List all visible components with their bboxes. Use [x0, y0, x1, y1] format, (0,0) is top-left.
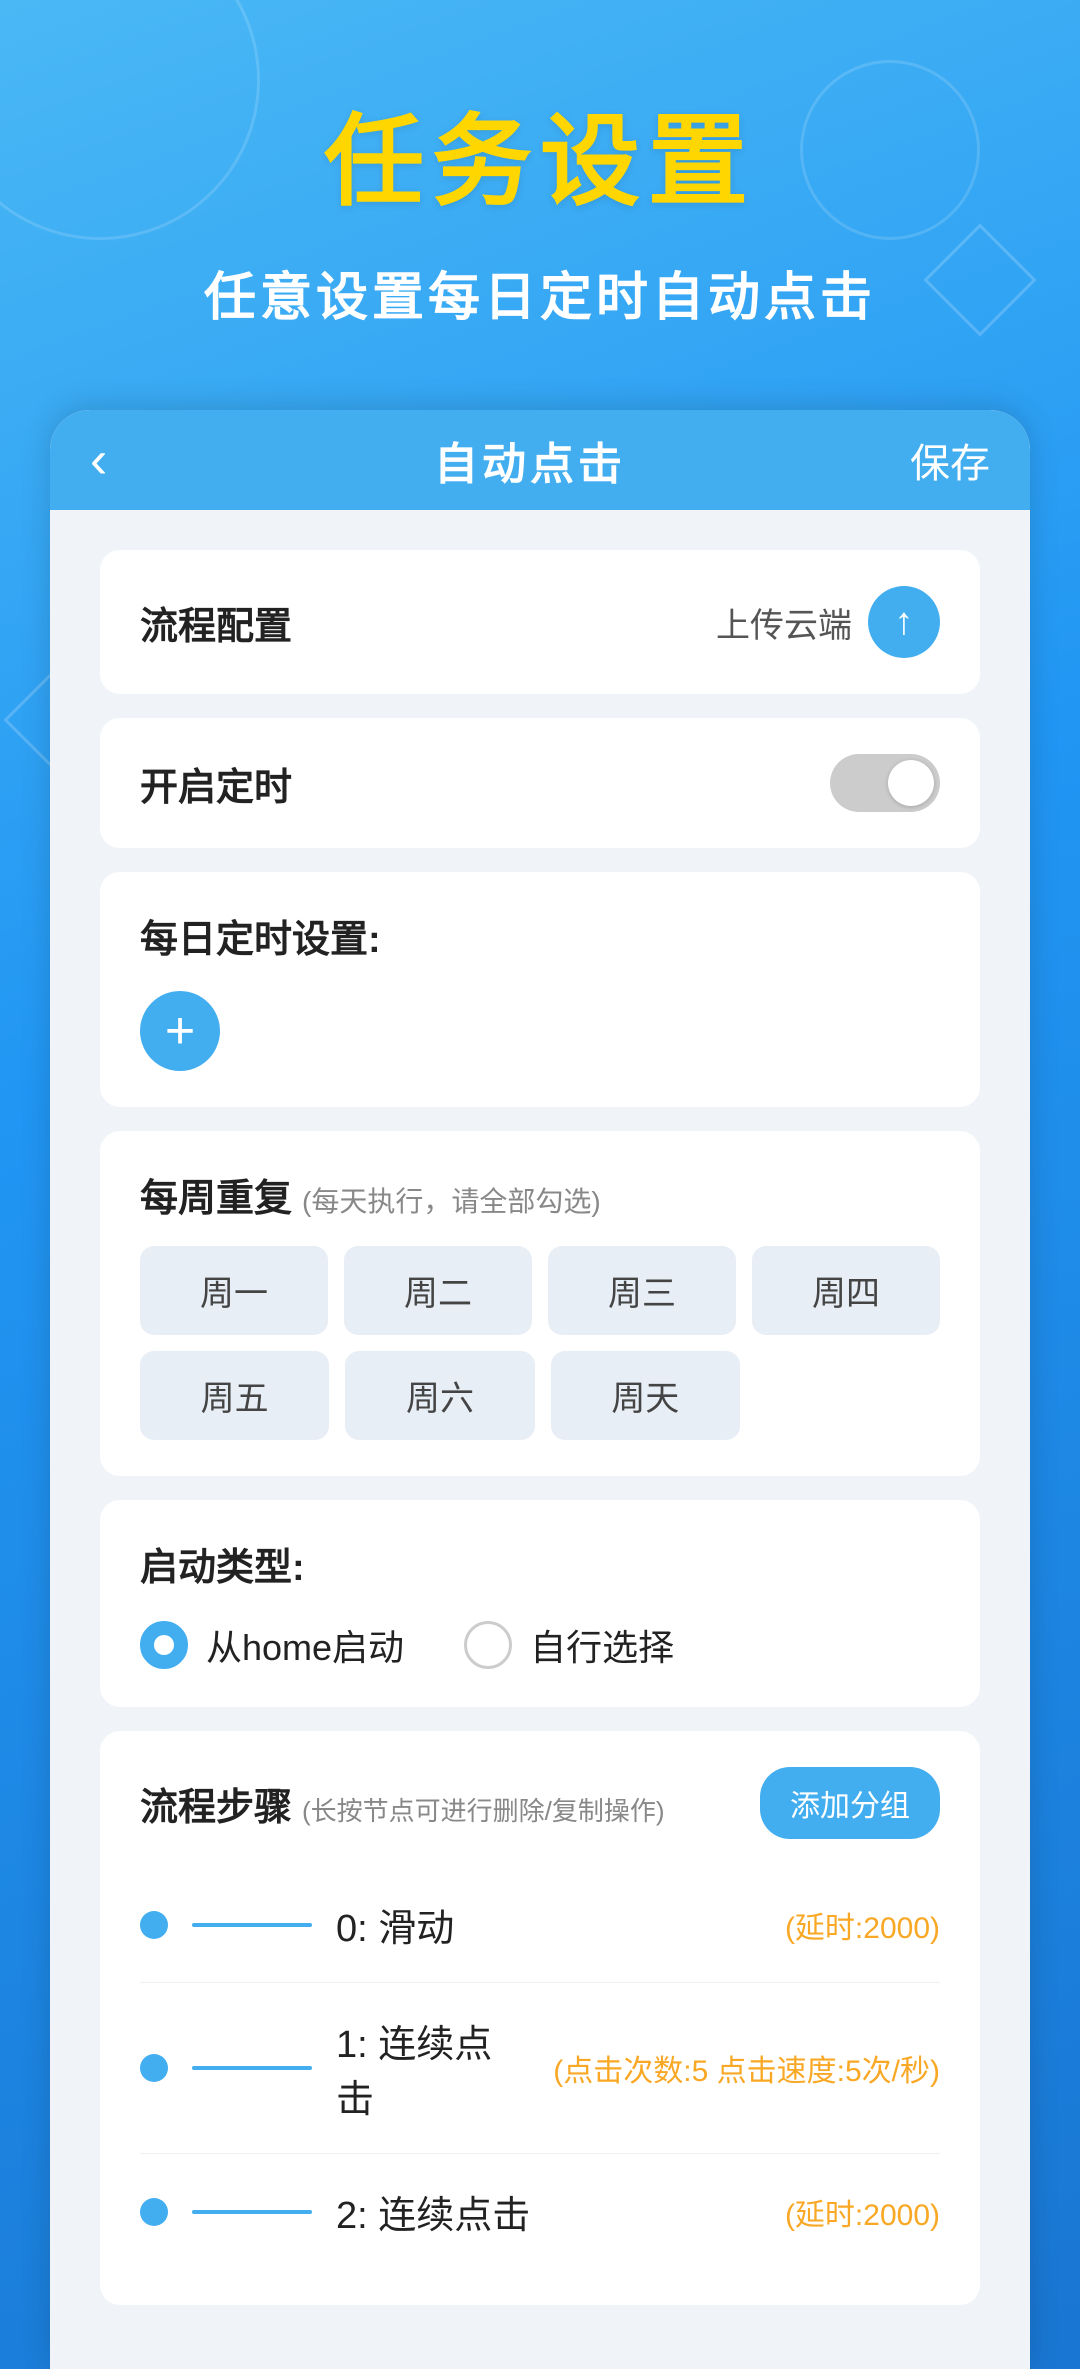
- upload-area: 上传云端 ↑: [716, 586, 940, 658]
- launch-type-section: 启动类型: 从home启动 自行选择: [100, 1500, 980, 1707]
- radio-custom-label: 自行选择: [530, 1619, 674, 1671]
- main-card: ‹ 自动点击 保存 流程配置 上传云端 ↑ 开启定时: [50, 410, 1030, 2369]
- step-item-1: 1: 连续点击 (点击次数:5 点击速度:5次/秒): [140, 1983, 940, 2154]
- timer-toggle[interactable]: [830, 754, 940, 812]
- step-name-1: 1: 连续点击: [336, 2013, 529, 2123]
- upload-icon: ↑: [895, 603, 914, 641]
- back-button[interactable]: ‹: [90, 430, 150, 490]
- step-dot-1: [140, 2054, 168, 2082]
- launch-type-label: 启动类型:: [140, 1536, 940, 1591]
- radio-home-label: 从home启动: [206, 1619, 404, 1671]
- step-name-2: 2: 连续点击: [336, 2184, 761, 2239]
- step-line-1: [192, 2066, 312, 2070]
- add-group-button[interactable]: 添加分组: [760, 1767, 940, 1839]
- radio-custom[interactable]: 自行选择: [464, 1619, 674, 1671]
- day-tuesday[interactable]: 周二: [344, 1246, 532, 1335]
- timer-section: 开启定时: [100, 718, 980, 848]
- radio-home-circle: [140, 1621, 188, 1669]
- day-sunday[interactable]: 周天: [551, 1351, 740, 1440]
- day-monday[interactable]: 周一: [140, 1246, 328, 1335]
- radio-row: 从home启动 自行选择: [140, 1619, 940, 1671]
- card-body: 流程配置 上传云端 ↑ 开启定时 每日定时设置: +: [50, 510, 1030, 2369]
- steps-label: 流程步骤: [140, 1776, 292, 1831]
- step-dot-2: [140, 2198, 168, 2226]
- steps-section: 流程步骤 (长按节点可进行删除/复制操作) 添加分组 0: 滑动 (延时:200…: [100, 1731, 980, 2305]
- header-area: 任务设置 任意设置每日定时自动点击: [0, 0, 1080, 370]
- daily-timer-section: 每日定时设置: +: [100, 872, 980, 1107]
- step-line-2: [192, 2210, 312, 2214]
- upload-cloud-button[interactable]: ↑: [868, 586, 940, 658]
- nav-title: 自动点击: [434, 428, 626, 492]
- week-grid-row1: 周一 周二 周三 周四: [140, 1246, 940, 1335]
- timer-label: 开启定时: [140, 756, 292, 811]
- main-title: 任务设置: [60, 80, 1020, 225]
- step-item-2: 2: 连续点击 (延时:2000): [140, 2154, 940, 2269]
- steps-label-wrap: 流程步骤 (长按节点可进行删除/复制操作): [140, 1776, 665, 1831]
- step-item-0: 0: 滑动 (延时:2000): [140, 1867, 940, 1983]
- upload-text: 上传云端: [716, 598, 852, 647]
- step-meta-2: (延时:2000): [785, 2190, 940, 2234]
- save-button[interactable]: 保存: [910, 431, 990, 489]
- sub-title: 任意设置每日定时自动点击: [60, 255, 1020, 330]
- weekly-hint: (每天执行，请全部勾选): [302, 1186, 601, 1217]
- day-friday[interactable]: 周五: [140, 1351, 329, 1440]
- weekly-repeat-section: 每周重复(每天执行，请全部勾选) 周一 周二 周三 周四 周五 周六 周天: [100, 1131, 980, 1476]
- daily-timer-label: 每日定时设置:: [140, 908, 940, 963]
- day-saturday[interactable]: 周六: [345, 1351, 534, 1440]
- steps-header: 流程步骤 (长按节点可进行删除/复制操作) 添加分组: [140, 1767, 940, 1839]
- card-nav: ‹ 自动点击 保存: [50, 410, 1030, 510]
- weekly-repeat-label: 每周重复(每天执行，请全部勾选): [140, 1167, 940, 1222]
- flow-config-section: 流程配置 上传云端 ↑: [100, 550, 980, 694]
- toggle-thumb: [888, 760, 934, 806]
- step-dot-0: [140, 1911, 168, 1939]
- day-thursday[interactable]: 周四: [752, 1246, 940, 1335]
- radio-custom-circle: [464, 1621, 512, 1669]
- step-name-0: 0: 滑动: [336, 1897, 761, 1952]
- step-meta-0: (延时:2000): [785, 1903, 940, 1947]
- flow-config-label: 流程配置: [140, 595, 292, 650]
- day-wednesday[interactable]: 周三: [548, 1246, 736, 1335]
- week-grid-row2: 周五 周六 周天: [140, 1351, 740, 1440]
- add-daily-timer-button[interactable]: +: [140, 991, 220, 1071]
- radio-home[interactable]: 从home启动: [140, 1619, 404, 1671]
- step-line-0: [192, 1923, 312, 1927]
- step-meta-1: (点击次数:5 点击速度:5次/秒): [553, 2046, 940, 2090]
- steps-hint: (长按节点可进行删除/复制操作): [302, 1791, 665, 1828]
- add-icon: +: [165, 1001, 195, 1061]
